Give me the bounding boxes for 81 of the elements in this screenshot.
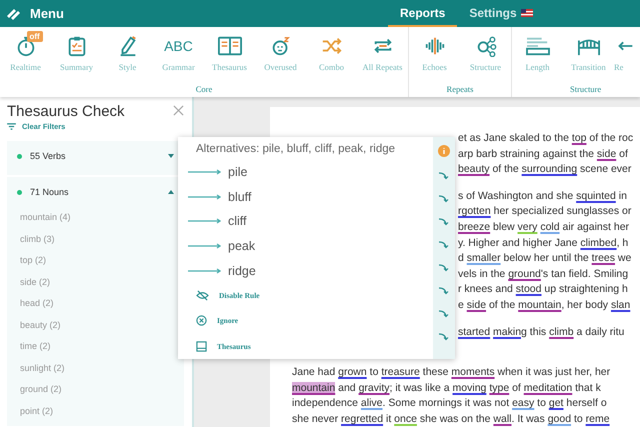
ruler-icon (524, 35, 550, 57)
text-line: vels in the ground's tan field. Smiling (458, 266, 630, 282)
category-header[interactable]: 71 Nouns (17, 177, 174, 207)
report-tool-button[interactable]: Re (614, 27, 640, 72)
word-item[interactable]: point (2) (17, 400, 174, 422)
logo-icon (6, 6, 22, 20)
arrow-icon (188, 268, 222, 274)
word-item[interactable]: ground (2) (17, 379, 174, 400)
panel-title: Thesaurus Check (7, 103, 125, 120)
group-label: Core (196, 84, 212, 94)
turn-arrow-icon[interactable] (439, 241, 449, 249)
text-line: breeze blew very cold air against her (458, 220, 630, 235)
word-item[interactable]: climb (3) (17, 228, 174, 250)
grammar-icon: ABC (164, 38, 193, 54)
report-tool-button[interactable]: Summary (51, 27, 102, 72)
close-circle-icon (196, 315, 207, 326)
word-item[interactable]: sunlight (2) (17, 358, 174, 379)
popup-title: Alternatives: pile, bluff, cliff, peak, ridge (195, 143, 396, 155)
word-item[interactable]: beauty (2) (17, 314, 174, 336)
close-icon[interactable] (173, 105, 184, 116)
text-line: et as Jane skaled to the top of the roc (458, 131, 634, 146)
word-item[interactable]: time (2) (17, 336, 174, 358)
report-tool-button[interactable]: off Realtime (0, 27, 51, 72)
word-item[interactable]: side (2) (17, 272, 174, 293)
text-line: she never regretted it once she was on the wall. It was good to reme (292, 412, 611, 427)
status-dot-icon (17, 190, 22, 194)
text-line: d smaller below her until the trees we (458, 251, 632, 266)
book-icon (218, 35, 242, 57)
report-tool-button[interactable]: Overused (255, 27, 306, 72)
alternative-option[interactable]: ridge (188, 258, 433, 283)
text-line: Jane had grown to treasure these moments when it was just her, her (292, 365, 612, 380)
turn-arrow-icon[interactable] (439, 287, 449, 295)
text-line: mountain and gravity; it was like a moving type of meditation that k (292, 380, 602, 396)
text-line: beauty of the surrounding scene ever (458, 162, 632, 178)
text-line: y. Higher and higher Jane climbed, h (458, 236, 630, 251)
report-tool-button[interactable]: Transition (563, 27, 614, 72)
group-label: Structure (570, 84, 602, 94)
arrow-icon (188, 169, 222, 176)
status-dot-icon (17, 154, 22, 158)
alternative-option[interactable]: peak (188, 234, 433, 258)
text-line: started making this climb a daily ritu (458, 324, 626, 340)
alternative-option[interactable]: pile (188, 160, 433, 185)
menu-label[interactable]: Menu (30, 6, 64, 21)
text-line: r knees and stood up straightening h (458, 282, 629, 298)
sound-wave-icon (424, 35, 446, 57)
arrow-icon (188, 194, 222, 200)
arrow-icon (188, 243, 222, 250)
turn-arrow-icon[interactable] (439, 195, 449, 203)
turn-arrow-icon[interactable] (439, 264, 449, 272)
report-tool-button[interactable]: Combo (306, 27, 357, 72)
turn-arrow-icon[interactable] (439, 218, 449, 226)
report-tool-button[interactable]: Style (102, 27, 153, 72)
eye-slash-icon (196, 290, 209, 302)
report-tool-button[interactable]: Length (512, 27, 563, 72)
text-line: e side of the mountain, her body slan (458, 298, 632, 313)
word-item[interactable]: head (2) (17, 293, 174, 314)
alternative-option[interactable]: bluff (188, 184, 433, 210)
book-icon (196, 340, 207, 352)
info-icon (438, 145, 450, 157)
filter-icon (7, 123, 16, 130)
nav-tab[interactable]: Settings (457, 0, 545, 27)
text-line: arp barb straining against the side of (458, 146, 629, 162)
group-label: Repeats (446, 84, 474, 94)
status-badge: off (26, 31, 43, 42)
turn-arrow-icon[interactable] (439, 310, 449, 318)
word-item[interactable]: mountain (4) (17, 207, 174, 228)
word-item[interactable]: top (2) (17, 250, 174, 272)
report-tool-button[interactable]: All Repeats (357, 27, 408, 72)
report-tool-button[interactable]: Structure (460, 27, 511, 72)
turn-arrow-icon[interactable] (439, 333, 449, 341)
report-tool-button[interactable]: Echoes (409, 27, 460, 72)
text-line: independence alive. Some mornings it was not easy to get herself o (292, 396, 608, 412)
text-line: rgotten her specialized sunglasses or (458, 204, 632, 220)
arrow-icon (188, 218, 222, 224)
alternative-option[interactable]: cliff (188, 209, 433, 234)
shuffle-icon (320, 35, 342, 57)
text-line: s of Washington and she squinted in (458, 188, 628, 204)
turn-arrow-icon[interactable] (439, 172, 449, 180)
report-tool-button[interactable]: ABC Grammar (153, 27, 204, 72)
report-tool-button[interactable]: Thesaurus (204, 27, 255, 72)
category-header[interactable]: 55 Verbs (17, 141, 174, 171)
